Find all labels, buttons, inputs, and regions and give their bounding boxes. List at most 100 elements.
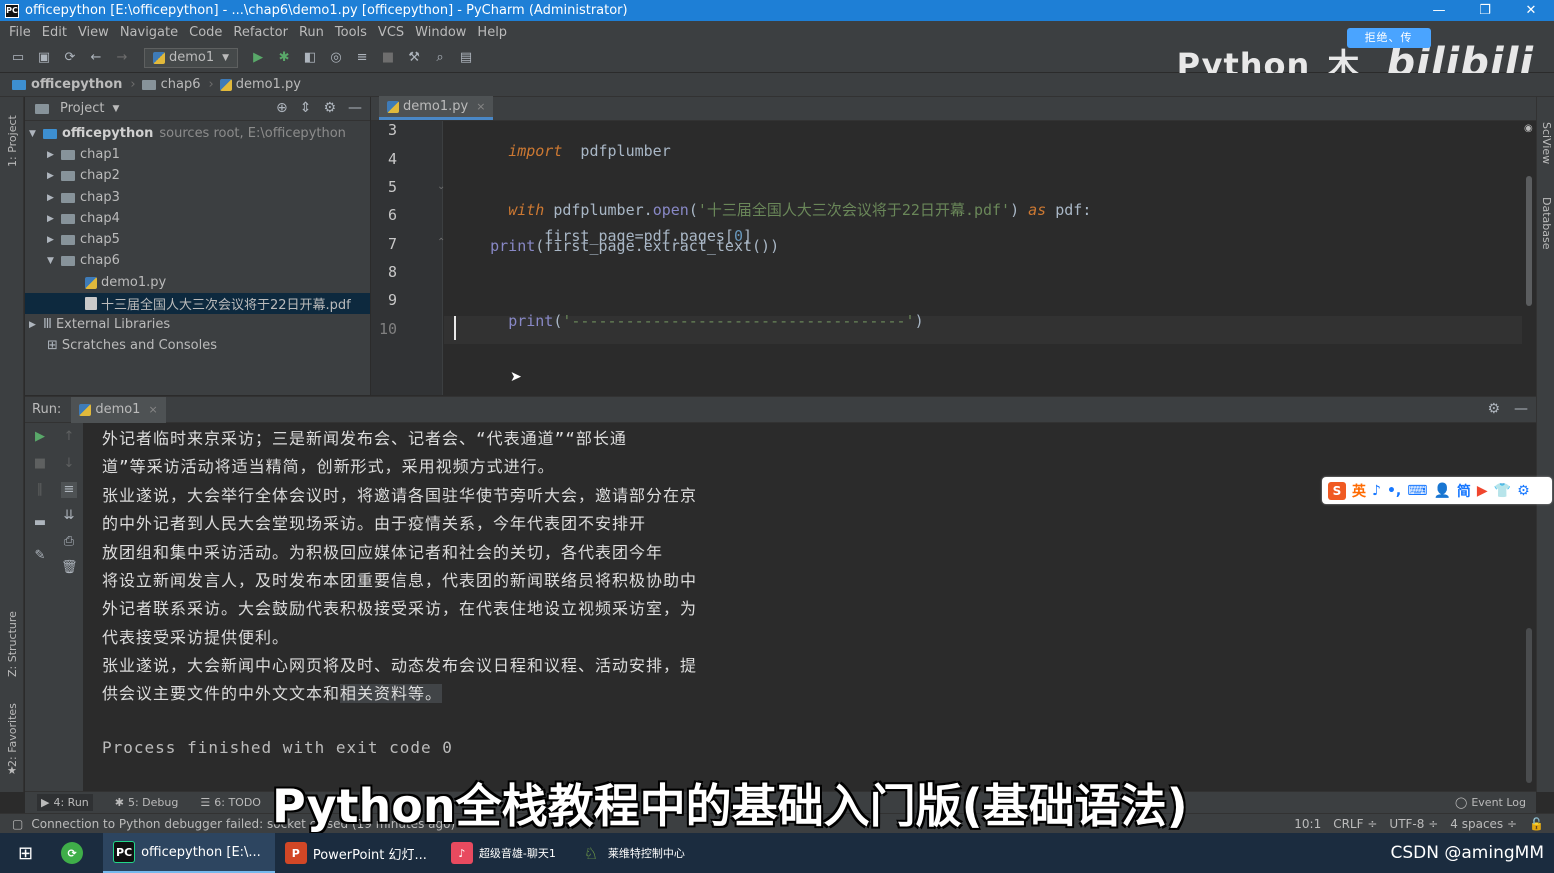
menu-vcs[interactable]: VCS	[378, 25, 404, 40]
editor-scrollbar-thumb[interactable]	[1526, 176, 1532, 306]
run-icon[interactable]: ▶	[250, 50, 266, 66]
rerun-icon[interactable]: ▶	[32, 429, 48, 445]
trash-icon[interactable]: 🗑	[61, 560, 78, 576]
settings-wrench-icon[interactable]: ⚒	[406, 50, 422, 66]
pin-icon[interactable]: ✎	[32, 548, 48, 564]
status-toggle-icon[interactable]: ▢	[12, 817, 23, 831]
expand-arrow-icon[interactable]: ▼	[47, 256, 61, 266]
run-config-select[interactable]: demo1 ▼	[144, 47, 239, 68]
ime-user-icon[interactable]: 👤	[1433, 483, 1450, 499]
up-arrow-icon[interactable]: ↑	[61, 429, 77, 445]
debug-icon[interactable]: ✱	[276, 50, 292, 66]
layout-icon[interactable]: ▬	[32, 515, 48, 531]
caret-position[interactable]: 10:1	[1294, 817, 1321, 831]
down-arrow-icon[interactable]: ↓	[61, 456, 77, 472]
editor-tab-demo1[interactable]: demo1.py ×	[379, 96, 494, 120]
expand-arrow-icon[interactable]: ▶	[29, 320, 43, 330]
breadcrumb-project[interactable]: officepython	[12, 77, 122, 92]
tool-tab-run[interactable]: ▶ 4: Run	[37, 794, 93, 811]
expand-arrow-icon[interactable]: ▶	[47, 193, 61, 203]
event-log-button[interactable]: ◯ Event Log	[1455, 796, 1526, 809]
sdk-manager-icon[interactable]: ▤	[458, 50, 474, 66]
back-icon[interactable]: ←	[88, 50, 104, 66]
expand-arrow-icon[interactable]: ▶	[47, 235, 61, 245]
maximize-button[interactable]: ❐	[1462, 0, 1508, 21]
indent-setting[interactable]: 4 spaces ÷	[1450, 817, 1517, 831]
menu-help[interactable]: Help	[477, 25, 507, 40]
ime-lang-toggle[interactable]: 英	[1352, 481, 1366, 501]
taskbar-browser[interactable]: ⟳	[51, 833, 103, 873]
close-button[interactable]: ✕	[1508, 0, 1554, 21]
ime-punct-icon[interactable]: •,	[1387, 483, 1401, 499]
tree-item-pdf[interactable]: 十三届全国人大三次会议将于22日开幕.pdf	[25, 293, 370, 314]
ime-moon-icon[interactable]: ♪	[1372, 483, 1381, 499]
hide-icon[interactable]: —	[1514, 401, 1528, 417]
tree-item-demo1[interactable]: demo1.py	[25, 272, 370, 293]
menu-window[interactable]: Window	[415, 25, 466, 40]
profile-icon[interactable]: ◎	[328, 50, 344, 66]
structure-tool-button[interactable]: Z: Structure	[6, 597, 19, 677]
taskbar-chat[interactable]: ♪ 超级音雄-聊天1	[441, 833, 570, 873]
tree-item-chap6[interactable]: ▼ chap6	[25, 250, 370, 271]
forward-icon[interactable]: →	[114, 50, 130, 66]
stop-icon[interactable]: ■	[380, 50, 396, 66]
menu-edit[interactable]: Edit	[42, 25, 67, 40]
ime-skin-icon[interactable]: 👕	[1494, 483, 1511, 499]
console-scrollbar-thumb[interactable]	[1526, 628, 1532, 783]
stop-icon[interactable]: ■	[32, 456, 48, 472]
breadcrumb-file[interactable]: demo1.py	[219, 77, 301, 92]
sciview-tool-button[interactable]: SciView	[1540, 122, 1553, 164]
print-icon[interactable]: ⎙	[61, 534, 77, 550]
scroll-to-end-icon[interactable]: ⇊	[61, 508, 77, 524]
line-separator[interactable]: CRLF ÷	[1333, 817, 1377, 831]
ime-keyboard-icon[interactable]: ⌨	[1407, 483, 1427, 499]
ime-simplified-toggle[interactable]: 简	[1457, 481, 1471, 501]
hide-icon[interactable]: —	[348, 100, 362, 116]
concurrency-icon[interactable]: ≡	[354, 50, 370, 66]
save-icon[interactable]: ▣	[36, 50, 52, 66]
project-view-title[interactable]: Project	[60, 101, 104, 116]
tool-tab-todo[interactable]: ☰ 6: TODO	[200, 796, 261, 809]
expand-arrow-icon[interactable]: ▶	[47, 150, 61, 160]
menu-file[interactable]: File	[9, 25, 31, 40]
menu-refactor[interactable]: Refactor	[233, 25, 288, 40]
chevron-down-icon[interactable]: ▼	[112, 104, 119, 114]
open-folder-icon[interactable]: ▭	[10, 50, 26, 66]
breadcrumb-folder[interactable]: chap6	[141, 77, 200, 92]
menu-view[interactable]: View	[78, 25, 109, 40]
menu-tools[interactable]: Tools	[335, 25, 367, 40]
locate-icon[interactable]: ⊕	[276, 100, 288, 116]
close-tab-icon[interactable]: ×	[148, 403, 157, 416]
ime-toolbar[interactable]: S 英 ♪ •, ⌨ 👤 简 ▶ 👕 ⚙	[1322, 477, 1552, 504]
soft-wrap-icon[interactable]: ≡	[61, 482, 77, 498]
tree-root[interactable]: ▼ officepython sources root, E:\officepy…	[25, 123, 370, 144]
taskbar-powerpoint[interactable]: P PowerPoint 幻灯...	[275, 833, 441, 873]
sync-icon[interactable]: ⟳	[62, 50, 78, 66]
favorites-tool-button[interactable]: 2: Favorites	[6, 697, 19, 767]
search-icon[interactable]: ⌕	[432, 50, 448, 66]
menu-navigate[interactable]: Navigate	[120, 25, 178, 40]
taskbar-pycharm[interactable]: PC officepython [E:\...	[103, 833, 275, 873]
project-tool-button[interactable]: 1: Project	[6, 107, 19, 167]
close-tab-icon[interactable]: ×	[476, 100, 485, 113]
expand-arrow-icon[interactable]: ▼	[29, 129, 43, 139]
console-output[interactable]: 外记者临时来京采访；三是新闻发布会、记者会、“代表通道”“部长通 道”等采访活动…	[102, 425, 1512, 765]
start-button[interactable]: ⊞	[0, 833, 51, 873]
collapse-all-icon[interactable]: ⇕	[300, 100, 312, 116]
tree-item-chap3[interactable]: ▶ chap3	[25, 187, 370, 208]
run-tab-demo1[interactable]: demo1 ×	[71, 396, 166, 423]
menu-code[interactable]: Code	[189, 25, 222, 40]
menu-run[interactable]: Run	[299, 25, 324, 40]
tree-item-external-libraries[interactable]: ▶ Ⅲ External Libraries	[25, 314, 370, 335]
tree-item-scratches[interactable]: ⊞ Scratches and Consoles	[25, 335, 370, 356]
pause-icon[interactable]: ∥	[32, 482, 48, 498]
tree-item-chap5[interactable]: ▶ chap5	[25, 229, 370, 250]
lock-icon[interactable]: 🔓	[1529, 817, 1544, 831]
ime-video-icon[interactable]: ▶	[1477, 483, 1488, 499]
file-encoding[interactable]: UTF-8 ÷	[1389, 817, 1438, 831]
taskbar-control-center[interactable]: ♘ 莱维特控制中心	[570, 833, 699, 873]
tree-item-chap2[interactable]: ▶ chap2	[25, 165, 370, 186]
minimize-button[interactable]: —	[1416, 0, 1462, 21]
tool-tab-debug[interactable]: ✱ 5: Debug	[115, 796, 179, 809]
ime-settings-icon[interactable]: ⚙	[1517, 483, 1530, 499]
